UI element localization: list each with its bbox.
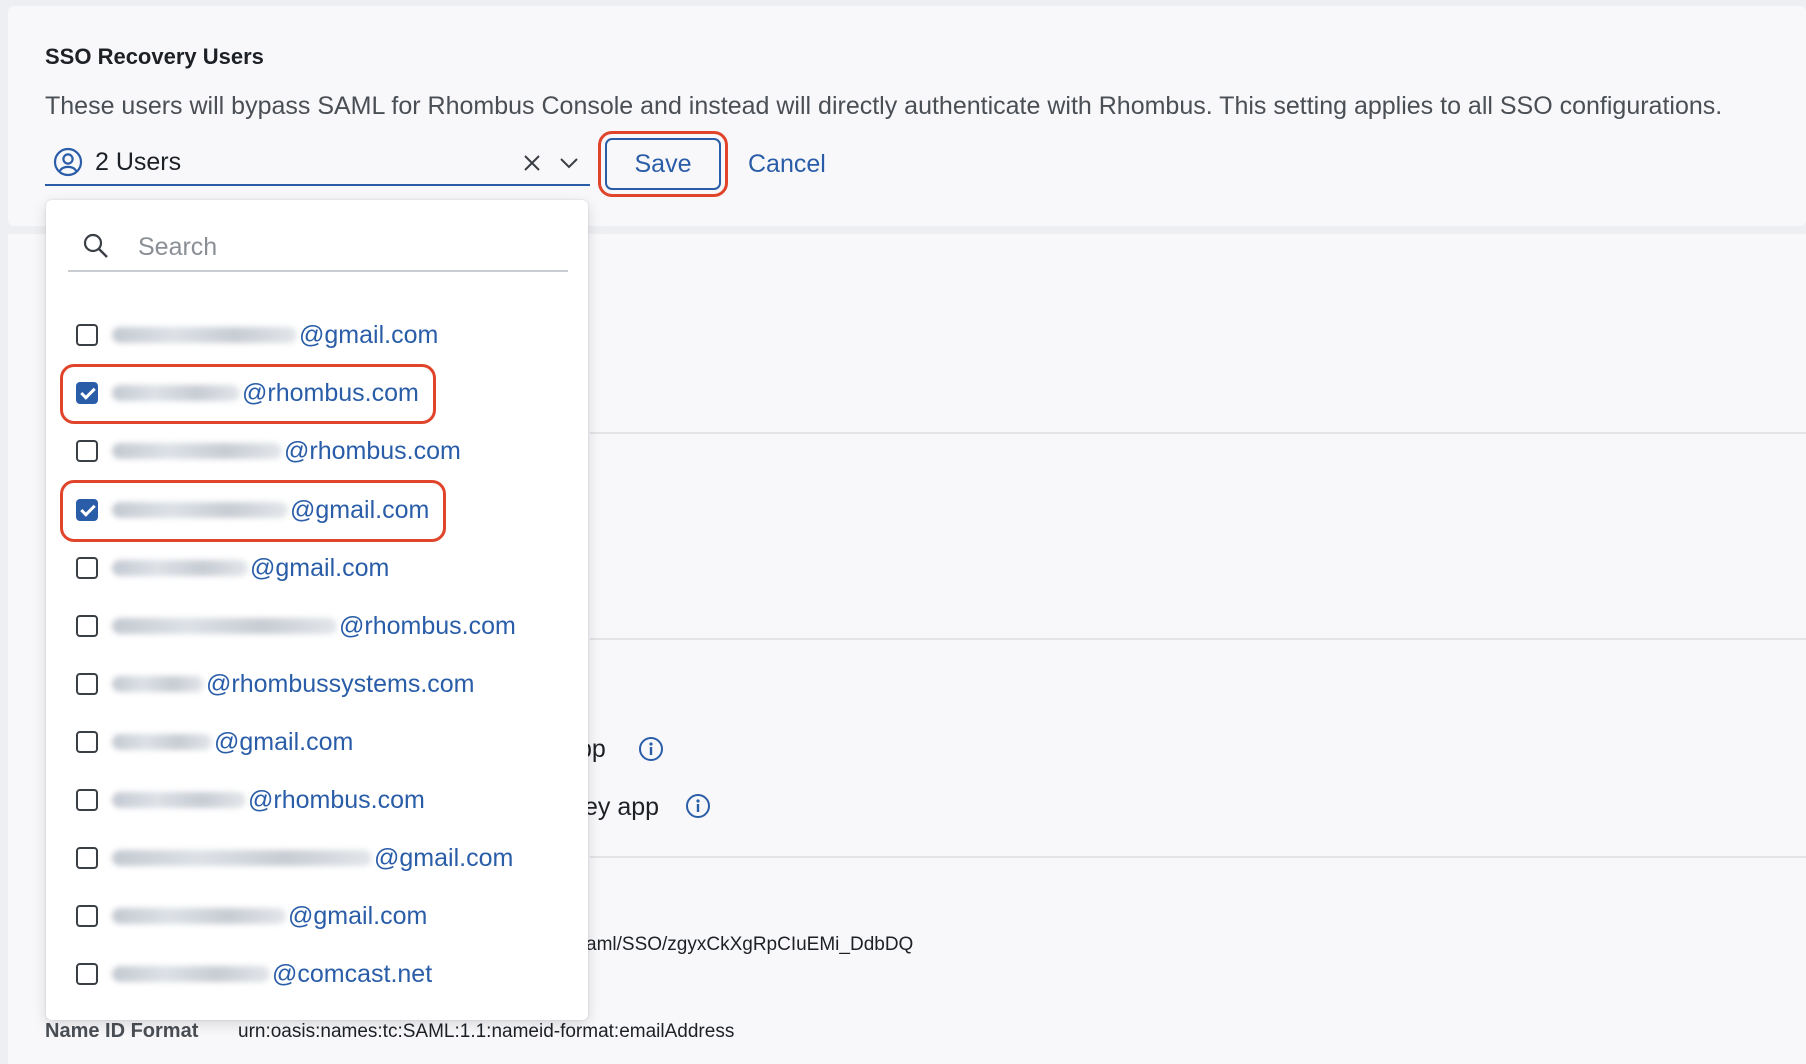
selection-highlight-annotation — [60, 480, 446, 542]
user-option[interactable]: @rhombus.com — [76, 431, 556, 471]
info-icon[interactable] — [685, 793, 711, 824]
section-divider — [590, 856, 1806, 858]
email-domain: @rhombus.com — [248, 785, 425, 814]
redacted-username — [112, 908, 286, 924]
email-domain: @rhombussystems.com — [206, 669, 475, 698]
user-option[interactable]: @gmail.com — [76, 548, 556, 588]
cancel-button[interactable]: Cancel — [748, 150, 826, 179]
email-domain: @gmail.com — [214, 727, 354, 756]
user-option[interactable]: @comcast.net — [76, 954, 556, 994]
checkbox[interactable] — [76, 905, 98, 927]
checkbox[interactable] — [76, 673, 98, 695]
user-option[interactable]: @rhombussystems.com — [76, 664, 556, 704]
redacted-username — [112, 560, 248, 576]
email-domain: @rhombus.com — [284, 436, 461, 465]
redacted-username — [112, 618, 337, 634]
user-icon — [53, 147, 83, 182]
recovery-users-select[interactable]: 2 Users — [45, 140, 590, 186]
email-domain: @comcast.net — [272, 959, 433, 988]
redacted-username — [112, 966, 270, 982]
redacted-username — [112, 792, 246, 808]
users-dropdown: @gmail.com @rhombus.com @rhombus.com @gm… — [46, 200, 588, 1020]
checkbox[interactable] — [76, 557, 98, 579]
user-option[interactable]: @gmail.com — [76, 315, 556, 355]
checkbox[interactable] — [76, 789, 98, 811]
checkbox[interactable] — [76, 847, 98, 869]
checkbox[interactable] — [76, 324, 98, 346]
search-icon — [82, 232, 110, 265]
user-option[interactable]: @gmail.com — [76, 838, 556, 878]
redacted-username — [112, 850, 372, 866]
checkbox[interactable] — [76, 615, 98, 637]
section-description: These users will bypass SAML for Rhombus… — [45, 92, 1723, 120]
search-box — [68, 224, 568, 272]
selection-highlight-annotation — [60, 364, 436, 424]
redacted-username — [112, 327, 297, 343]
save-button[interactable]: Save — [605, 138, 721, 190]
key-app-setting-label: ey app — [584, 793, 660, 821]
name-id-format-value: urn:oasis:names:tc:SAML:1.1:nameid-forma… — [238, 1021, 735, 1042]
user-option[interactable]: @gmail.com — [76, 722, 556, 762]
checkbox[interactable] — [76, 963, 98, 985]
email-domain: @gmail.com — [299, 320, 439, 349]
email-domain: @gmail.com — [250, 553, 390, 582]
section-divider — [590, 638, 1806, 640]
checkbox[interactable] — [76, 731, 98, 753]
redacted-username — [112, 443, 282, 459]
email-domain: @gmail.com — [374, 843, 514, 872]
search-input[interactable] — [136, 228, 560, 266]
section-title: SSO Recovery Users — [45, 44, 264, 69]
checkbox[interactable] — [76, 440, 98, 462]
section-divider — [590, 432, 1806, 434]
user-option[interactable]: @gmail.com — [76, 896, 556, 936]
redacted-username — [112, 734, 212, 750]
email-domain: @rhombus.com — [339, 611, 516, 640]
sso-url-value: aml/SSO/zgyxCkXgRpCIuEMi_DdbDQ — [586, 934, 914, 955]
user-option[interactable]: @rhombus.com — [76, 780, 556, 820]
selected-users-count: 2 Users — [95, 148, 182, 176]
name-id-format-label: Name ID Format — [45, 1020, 199, 1042]
user-option[interactable]: @rhombus.com — [76, 606, 556, 646]
info-icon[interactable] — [638, 736, 664, 767]
email-domain: @gmail.com — [288, 901, 428, 930]
chevron-down-icon[interactable] — [559, 156, 579, 174]
clear-selection-icon[interactable] — [523, 154, 541, 177]
redacted-username — [112, 676, 204, 692]
